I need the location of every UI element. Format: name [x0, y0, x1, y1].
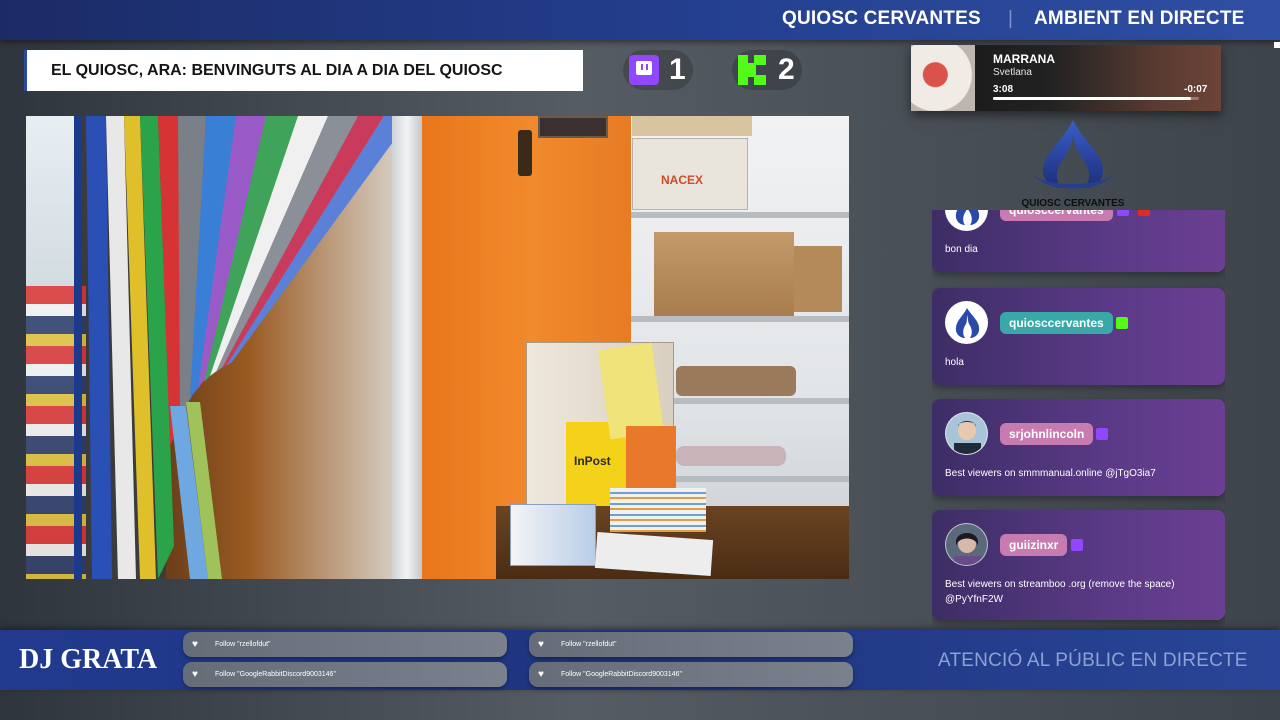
heart-icon: ♥	[538, 669, 544, 680]
progress-fill	[993, 97, 1191, 100]
now-playing-widget: MARRANA Svetlana 3:08 -0:07	[911, 45, 1221, 111]
chat-message: quiosccervantes bon dia	[932, 210, 1225, 272]
chat-message: quiosccervantes hola	[932, 288, 1225, 385]
parcel	[676, 366, 796, 396]
follow-text: Follow "rzellofdut"	[215, 641, 271, 648]
follow-alert: ♥ Follow "GoogleRabbitDiscord9003146"	[529, 662, 853, 687]
twitch-badge-icon	[1071, 539, 1083, 551]
logo-text: QUIOSC CERVANTES	[1021, 198, 1125, 209]
heart-icon: ♥	[538, 639, 544, 650]
camera-feed: NACEX InPost	[26, 116, 849, 579]
chat-username: guiizinxr	[1000, 534, 1068, 556]
chat-text: Best viewers on streamboo .org (remove t…	[945, 579, 1175, 605]
strip-curtain	[86, 116, 412, 579]
header-separator: |	[1008, 8, 1013, 29]
twitch-badge-icon	[1117, 210, 1129, 216]
avatar	[945, 210, 988, 231]
magazine-stack	[610, 488, 706, 532]
track-artist: Svetlana	[993, 67, 1032, 78]
track-title: MARRANA	[993, 52, 1055, 66]
wall-frame	[538, 116, 608, 138]
chat-panel: quiosccervantes bon dia quiosccervantes …	[932, 210, 1225, 630]
chat-text: Best viewers on smmmanual.online @jTgO3i…	[945, 468, 1156, 479]
kick-icon	[738, 55, 768, 85]
chat-message: srjohnlincoln Best viewers on smmmanual.…	[932, 399, 1225, 496]
top-box	[632, 116, 752, 136]
cardboard-box	[654, 232, 794, 318]
chat-username: quiosccervantes	[1000, 312, 1113, 334]
kick-viewer-counter: 2	[732, 50, 802, 90]
follow-text: Follow "GoogleRabbitDiscord9003146"	[215, 671, 336, 678]
remaining-time: -0:07	[1184, 84, 1208, 95]
follow-alert: ♥ Follow "GoogleRabbitDiscord9003146"	[183, 662, 507, 687]
cardboard-box-2	[794, 246, 842, 312]
edge-marker	[1274, 42, 1280, 48]
album-art	[911, 45, 975, 111]
follow-text: Follow "rzellofdut"	[561, 641, 617, 648]
kick-viewer-count: 2	[778, 53, 795, 86]
stream-title: EL QUIOSC, ARA: BENVINGUTS AL DIA A DIA …	[51, 61, 503, 79]
quiosc-logo: QUIOSC CERVANTES	[1014, 118, 1132, 210]
twitch-icon	[629, 55, 659, 85]
product-box	[510, 504, 596, 566]
kick-badge-icon	[1116, 317, 1128, 329]
white-door	[392, 116, 422, 579]
chat-username: quiosccervantes	[1000, 210, 1113, 221]
avatar	[945, 412, 988, 455]
shelf-2	[631, 316, 849, 322]
key-hook	[518, 130, 532, 176]
heart-icon: ♥	[192, 669, 198, 680]
follow-alert: ♥ Follow "rzellofdut"	[529, 632, 853, 657]
follow-alert: ♥ Follow "rzellofdut"	[183, 632, 507, 657]
ticker-text: ATENCIÓ AL PÚBLIC EN DIRECTE	[938, 650, 1248, 671]
heart-icon: ♥	[192, 639, 198, 650]
top-bar: QUIOSC CERVANTES | AMBIENT EN DIRECTE	[0, 0, 1280, 40]
stream-title-box: EL QUIOSC, ARA: BENVINGUTS AL DIA A DIA …	[24, 50, 583, 91]
youtube-badge-icon	[1138, 210, 1150, 216]
avatar	[945, 523, 988, 566]
progress-bar	[993, 97, 1199, 100]
shelf-1	[631, 212, 849, 218]
avatar	[945, 301, 988, 344]
twitch-badge-icon	[1096, 428, 1108, 440]
chat-text: bon dia	[945, 244, 978, 255]
bottom-bar: DJ GRATA ♥ Follow "rzellofdut" ♥ Follow …	[0, 630, 1280, 690]
brand-name: QUIOSC CERVANTES	[782, 8, 981, 29]
twitch-viewer-count: 1	[669, 53, 686, 86]
nacex-box: NACEX	[632, 138, 748, 210]
parcel-2	[676, 446, 786, 466]
chat-message: guiizinxr Best viewers on streamboo .org…	[932, 510, 1225, 620]
header-subtitle: AMBIENT EN DIRECTE	[1034, 8, 1245, 29]
elapsed-time: 3:08	[993, 84, 1014, 95]
follow-text: Follow "GoogleRabbitDiscord9003146"	[561, 671, 682, 678]
chat-username: srjohnlincoln	[1000, 423, 1094, 445]
dj-name: DJ GRATA	[19, 644, 158, 675]
twitch-viewer-counter: 1	[623, 50, 693, 90]
logo-emblem-icon	[1032, 120, 1114, 189]
chat-text: hola	[945, 357, 964, 368]
